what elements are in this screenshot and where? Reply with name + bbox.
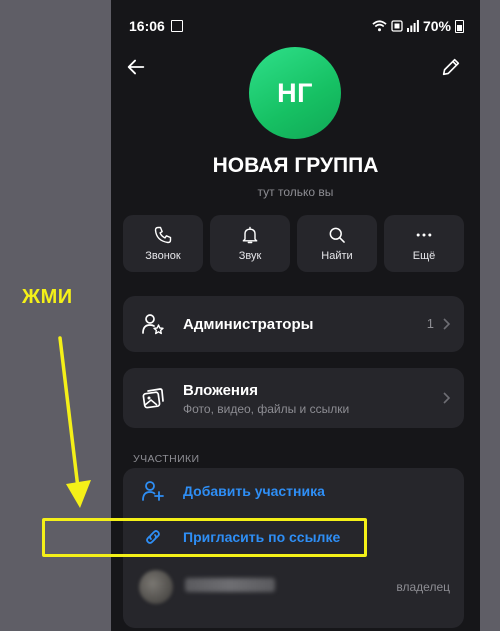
add-member-button[interactable]: Добавить участника [123, 468, 464, 512]
sound-button[interactable]: Звук [210, 215, 290, 272]
image-notification-icon [171, 20, 183, 32]
status-bar: 16:06 70% [111, 0, 480, 40]
pencil-icon[interactable] [440, 56, 462, 78]
more-button[interactable]: Ещё [384, 215, 464, 272]
members-section-label: УЧАСТНИКИ [133, 453, 200, 465]
bell-icon [242, 226, 258, 244]
owner-avatar [139, 570, 173, 604]
add-user-icon [142, 481, 164, 501]
member-row-owner[interactable]: владелец [123, 560, 464, 608]
admin-icon [142, 314, 164, 335]
hint-label: ЖМИ [22, 286, 73, 308]
volte-icon [391, 20, 403, 32]
gallery-icon [142, 388, 164, 409]
attachments-title: Вложения [183, 382, 258, 399]
administrators-title: Администраторы [183, 316, 314, 333]
add-member-label: Добавить участника [183, 483, 325, 499]
sound-label: Звук [238, 250, 262, 262]
phone-icon [154, 226, 172, 244]
battery-icon [455, 19, 464, 33]
group-title: НОВАЯ ГРУППА [212, 154, 379, 177]
wifi-icon [372, 20, 387, 32]
administrators-row[interactable]: Администраторы 1 [123, 296, 464, 352]
owner-name-blurred [185, 578, 275, 592]
call-label: Звонок [145, 250, 181, 262]
status-time: 16:06 [129, 18, 165, 34]
battery-percent: 70% [422, 18, 451, 34]
more-icon [416, 233, 432, 237]
administrators-count: 1 [426, 316, 434, 331]
avatar-initials: НГ [277, 77, 313, 108]
back-arrow-icon[interactable] [125, 56, 147, 78]
call-button[interactable]: Звонок [123, 215, 203, 272]
hint-highlight-box [42, 518, 367, 557]
attachments-subtitle: Фото, видео, файлы и ссылки [183, 402, 350, 416]
group-avatar: НГ [249, 47, 341, 139]
search-icon [329, 227, 345, 243]
more-label: Ещё [412, 250, 436, 262]
chevron-right-icon [443, 392, 451, 404]
signal-icon [406, 20, 419, 32]
find-button[interactable]: Найти [297, 215, 377, 272]
quick-actions: Звонок Звук Найти Ещё [123, 215, 464, 272]
group-subtitle: тут только вы [257, 185, 334, 199]
owner-role-label: владелец [396, 580, 450, 594]
find-label: Найти [321, 250, 353, 262]
chevron-right-icon [443, 318, 451, 330]
attachments-row[interactable]: Вложения Фото, видео, файлы и ссылки [123, 368, 464, 428]
